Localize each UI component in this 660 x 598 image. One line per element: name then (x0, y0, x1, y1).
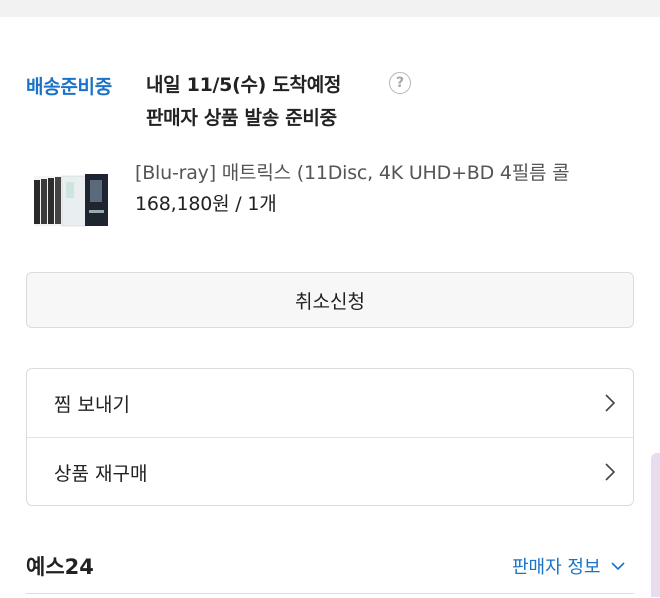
chevron-right-icon (605, 394, 616, 412)
action-menu: 찜 보내기 상품 재구매 (26, 368, 634, 506)
seller-info-toggle[interactable]: 판매자 정보 (512, 553, 625, 579)
chevron-right-icon (605, 463, 616, 481)
product-price-quantity: 168,180원 / 1개 (135, 193, 277, 215)
order-status-row: 배송준비중 (26, 70, 112, 100)
seller-info-label: 판매자 정보 (512, 557, 601, 578)
arrival-estimate: 내일 11/5(수) 도착예정 (146, 74, 342, 96)
repurchase-label: 상품 재구매 (54, 462, 148, 485)
product-thumbnail[interactable] (28, 170, 112, 232)
seller-shipping-status: 판매자 상품 발송 준비중 (146, 107, 337, 129)
chevron-down-icon (610, 562, 625, 571)
cancel-request-button[interactable]: 취소신청 (26, 272, 634, 328)
delivery-status-label: 배송준비중 (26, 75, 112, 98)
send-wishlist-item[interactable]: 찜 보내기 (27, 369, 633, 437)
next-section-border (26, 593, 634, 598)
seller-name: 예스24 (26, 555, 94, 579)
repurchase-item[interactable]: 상품 재구매 (27, 438, 633, 506)
side-panel-edge[interactable] (651, 453, 660, 597)
help-icon[interactable]: ? (389, 72, 411, 94)
send-wishlist-label: 찜 보내기 (54, 393, 130, 416)
top-separator-band (0, 0, 660, 17)
product-title[interactable]: [Blu-ray] 매트릭스 (11Disc, 4K UHD+BD 4필름 콜 (135, 158, 570, 185)
